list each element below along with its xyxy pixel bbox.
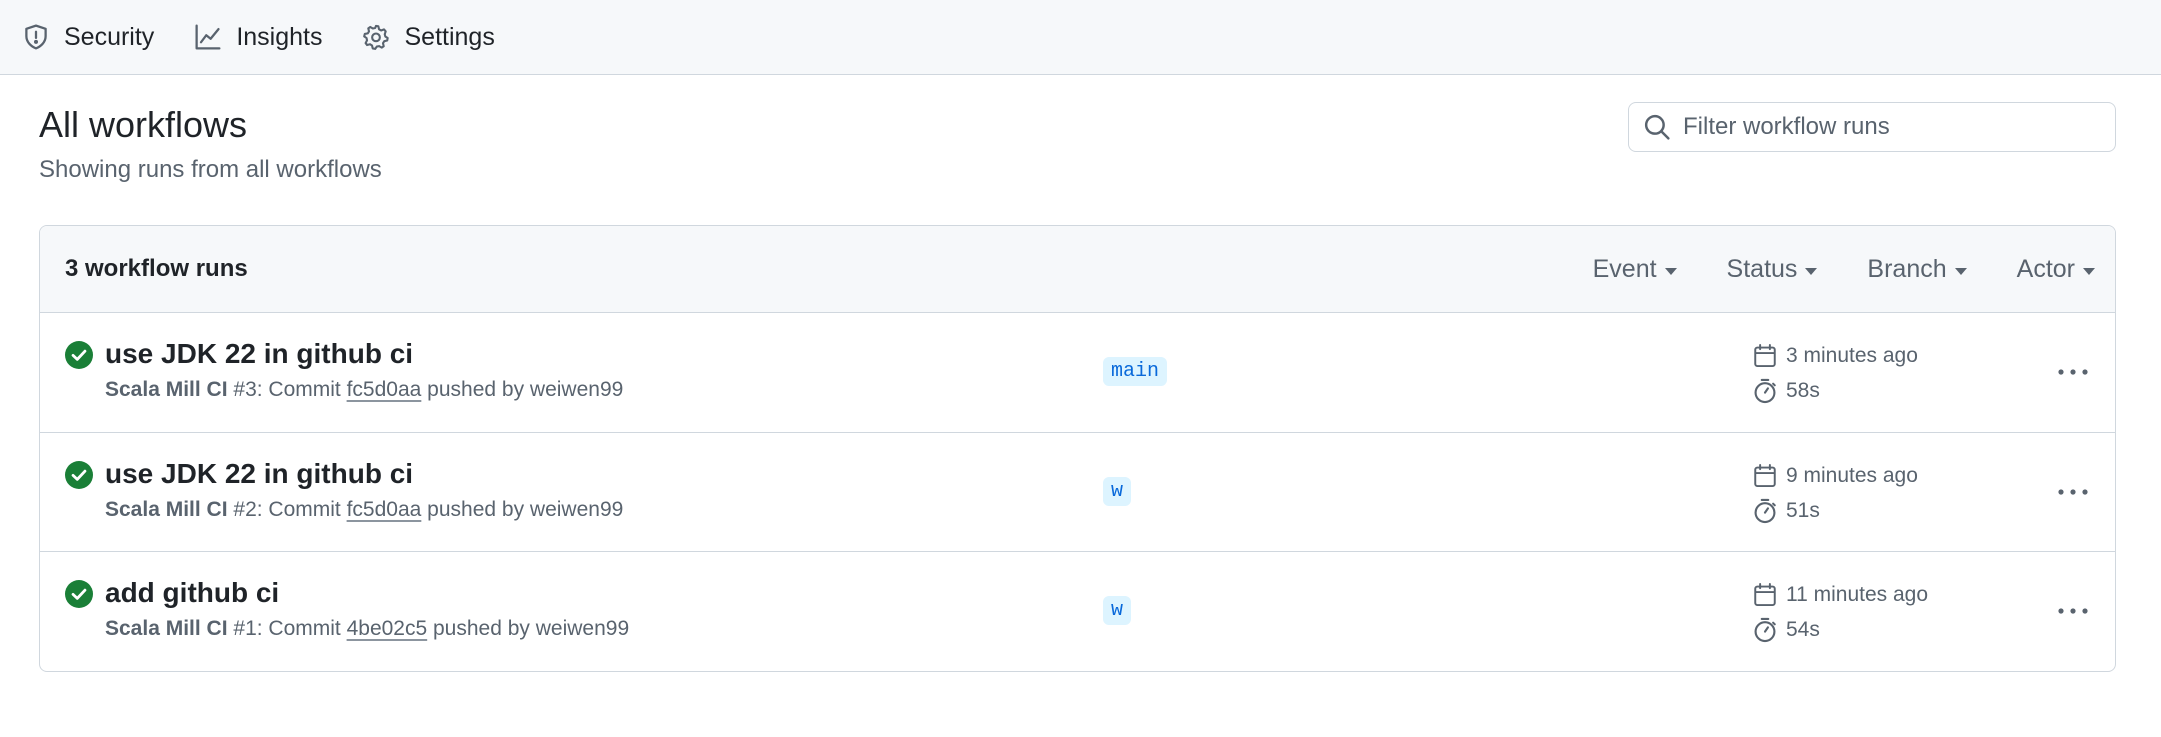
caret-down-icon	[2083, 267, 2095, 275]
nav-item-insights[interactable]: Insights	[194, 17, 322, 57]
runs-list-header: 3 workflow runs Event Status Branch Acto…	[40, 226, 2115, 313]
run-meta: Scala Mill CI #1: Commit 4be02c5 pushed …	[105, 617, 629, 641]
time-ago: 3 minutes ago	[1786, 344, 1918, 367]
nav-item-settings[interactable]: Settings	[362, 17, 495, 57]
filter-label: Event	[1592, 255, 1657, 283]
search-icon	[1644, 114, 1670, 140]
time-ago: 11 minutes ago	[1786, 583, 1929, 606]
calendar-icon	[1754, 343, 1776, 368]
pushed-by: pushed by weiwen99	[427, 617, 630, 640]
filter-label: Status	[1726, 255, 1798, 283]
filter-label: Branch	[1867, 255, 1947, 283]
workflow-run-row: use JDK 22 in github ci Scala Mill CI #2…	[40, 433, 2115, 552]
calendar-icon	[1754, 582, 1776, 607]
page-title: All workflows	[39, 104, 248, 145]
run-date: 9 minutes ago	[1752, 463, 1918, 489]
run-duration: 54s	[1752, 617, 1820, 643]
check-circle-fill-icon	[65, 460, 93, 489]
commit-prefix: : Commit	[256, 378, 347, 401]
actor-filter-dropdown[interactable]: Actor	[2017, 255, 2095, 284]
run-meta: Scala Mill CI #2: Commit fc5d0aa pushed …	[105, 498, 623, 522]
duration: 58s	[1786, 379, 1820, 402]
commit-prefix: : Commit	[256, 617, 347, 640]
workflow-run-row: add github ci Scala Mill CI #1: Commit 4…	[40, 552, 2115, 671]
run-date: 11 minutes ago	[1752, 582, 1928, 608]
workflow-name: Scala Mill CI	[105, 497, 228, 521]
run-title-link[interactable]: use JDK 22 in github ci	[105, 338, 413, 370]
calendar-icon	[1754, 463, 1776, 487]
runs-filters: Event Status Branch Actor	[1543, 226, 2095, 313]
run-title-link[interactable]: use JDK 22 in github ci	[105, 458, 413, 490]
duration: 54s	[1786, 618, 1820, 641]
time-ago: 9 minutes ago	[1786, 463, 1918, 487]
gear-icon	[363, 24, 390, 50]
graph-icon	[195, 24, 221, 50]
run-title-link[interactable]: add github ci	[105, 577, 279, 609]
run-duration: 51s	[1752, 498, 1820, 524]
run-meta: Scala Mill CI #3: Commit fc5d0aa pushed …	[105, 378, 623, 402]
workflow-name: Scala Mill CI	[105, 378, 228, 401]
nav-item-label: Settings	[404, 22, 495, 51]
branch-label[interactable]: main	[1103, 357, 1168, 386]
run-number: #3	[233, 378, 257, 401]
kebab-menu-button[interactable]	[2053, 477, 2093, 507]
kebab-menu-button[interactable]	[2053, 357, 2093, 387]
filter-workflow-runs-box[interactable]	[1628, 102, 2116, 152]
commit-sha-link[interactable]: fc5d0aa	[347, 498, 422, 521]
nav-item-label: Insights	[236, 22, 323, 51]
commit-sha-link[interactable]: fc5d0aa	[347, 378, 422, 401]
caret-down-icon	[1664, 267, 1677, 275]
pushed-by: pushed by weiwen99	[421, 378, 624, 401]
workflow-runs-list: 3 workflow runs Event Status Branch Acto…	[39, 225, 2116, 672]
run-number: #2	[233, 497, 257, 521]
run-duration: 58s	[1752, 378, 1820, 404]
filter-workflow-runs-input[interactable]	[1683, 113, 2103, 141]
kebab-horizontal-icon	[2058, 608, 2088, 614]
workflow-run-row: use JDK 22 in github ci Scala Mill CI #3…	[40, 313, 2115, 433]
pushed-by: pushed by weiwen99	[421, 497, 624, 521]
runs-count: 3 workflow runs	[65, 255, 248, 282]
page-subtitle: Showing runs from all workflows	[39, 156, 382, 183]
run-date: 3 minutes ago	[1752, 343, 1918, 369]
filter-label: Actor	[2016, 255, 2075, 283]
workflow-name: Scala Mill CI	[105, 617, 228, 640]
event-filter-dropdown[interactable]: Event	[1593, 255, 1677, 284]
stopwatch-icon	[1754, 617, 1776, 643]
caret-down-icon	[1805, 267, 1818, 275]
stopwatch-icon	[1754, 378, 1776, 404]
shield-icon	[25, 24, 47, 50]
nav-item-label: Security	[64, 22, 155, 51]
commit-sha-link[interactable]: 4be02c5	[347, 617, 428, 640]
branch-filter-dropdown[interactable]: Branch	[1867, 255, 1967, 284]
check-circle-fill-icon	[65, 580, 93, 608]
caret-down-icon	[1954, 267, 1967, 275]
kebab-horizontal-icon	[2058, 488, 2088, 495]
commit-prefix: : Commit	[256, 497, 347, 521]
check-circle-fill-icon	[65, 341, 93, 369]
run-number: #1	[233, 617, 257, 640]
branch-label[interactable]: w	[1103, 596, 1132, 625]
stopwatch-icon	[1754, 498, 1776, 523]
status-filter-dropdown[interactable]: Status	[1727, 255, 1818, 284]
kebab-menu-button[interactable]	[2053, 596, 2093, 626]
branch-label[interactable]: w	[1103, 476, 1132, 506]
duration: 51s	[1786, 498, 1820, 522]
nav-item-security[interactable]: Security	[22, 17, 154, 57]
repo-nav: Security Insights Settings	[0, 0, 2161, 75]
kebab-horizontal-icon	[2058, 369, 2088, 375]
